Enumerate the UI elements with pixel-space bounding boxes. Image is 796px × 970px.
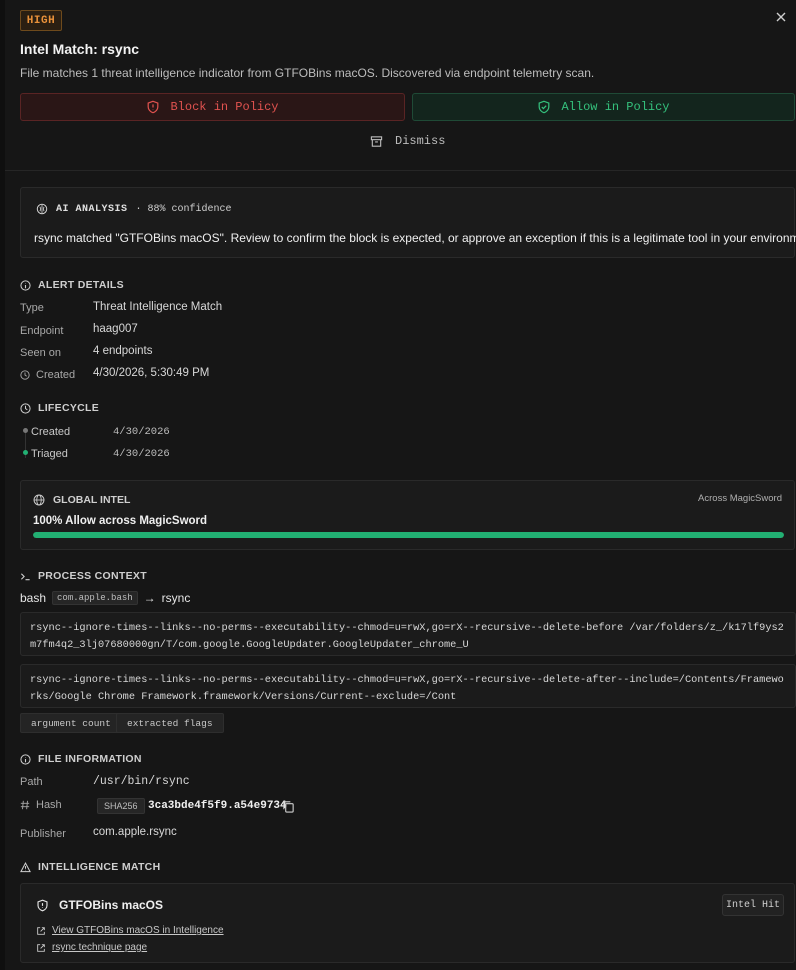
file-information-header: FILE INFORMATION: [20, 753, 142, 765]
command-line-2: rsync--ignore-times--links--no-perms--ex…: [20, 664, 796, 708]
tag-argument-count[interactable]: argument count: [20, 713, 122, 733]
detail-label-created: Created: [20, 369, 75, 381]
intelligence-match-title: INTELLIGENCE MATCH: [38, 861, 161, 873]
path-label: Path: [20, 776, 43, 788]
ai-confidence: · 88% confidence: [135, 203, 232, 215]
severity-badge: HIGH: [20, 10, 62, 31]
shield-alert-icon: [148, 100, 159, 114]
tag-extracted-flags[interactable]: extracted flags: [116, 713, 224, 733]
ai-analysis-title: AI ANALYSIS: [56, 203, 128, 215]
chain-arrow: →: [143, 591, 156, 605]
allow-in-policy-button[interactable]: Allow in Policy: [412, 93, 795, 121]
detail-value-seen-on: 4 endpoints: [93, 345, 153, 357]
global-intel-card: GLOBAL INTEL Across MagicSword 100% Allo…: [20, 480, 795, 550]
global-intel-summary: 100% Allow across MagicSword: [33, 515, 208, 527]
parent-bundle-chip: com.apple.bash: [52, 591, 138, 605]
intelligence-match-header: INTELLIGENCE MATCH: [20, 861, 160, 873]
detail-value-type: Threat Intelligence Match: [93, 301, 223, 313]
intel-source: GTFOBins macOS: [36, 898, 163, 912]
hash-value[interactable]: 3ca3bde4f5f9.a54e9734: [148, 800, 287, 812]
lifecycle-date-created: 4/30/2026: [113, 426, 170, 438]
lifecycle-date-triaged: 4/30/2026: [113, 448, 170, 460]
detail-created-label: Created: [36, 369, 76, 381]
archive-icon: [370, 135, 383, 147]
ai-analysis-text: rsync matched "GTFOBins macOS". Review t…: [34, 231, 796, 245]
intelligence-match-card: GTFOBins macOS Intel Hit View GTFOBins m…: [20, 883, 795, 963]
alert-details-title: ALERT DETAILS: [38, 279, 124, 291]
publisher-label: Publisher: [20, 828, 66, 840]
lifecycle-event-triaged: Triaged: [31, 448, 68, 460]
close-icon[interactable]: [774, 10, 788, 24]
section-divider: [5, 170, 796, 171]
process-context-header: PROCESS CONTEXT: [20, 570, 147, 582]
global-intel-title: GLOBAL INTEL: [53, 494, 131, 506]
process-chain: bash com.apple.bash → rsync: [20, 591, 190, 605]
detail-label-type: Type: [20, 302, 44, 314]
lifecycle-dot-created: [23, 428, 28, 433]
hash-label: Hash: [20, 799, 62, 811]
allow-progress-bar: [33, 532, 784, 538]
alert-subtitle: File matches 1 threat intelligence indic…: [20, 66, 595, 80]
shield-check-icon: [539, 100, 550, 114]
alert-detail-panel: HIGH Intel Match: rsync File matches 1 t…: [5, 0, 796, 970]
allow-label: Allow in Policy: [561, 100, 670, 114]
brain-icon: [36, 203, 48, 215]
external-link-icon: [37, 943, 45, 952]
external-link-icon: [37, 926, 45, 935]
view-in-intelligence-link[interactable]: View GTFOBins macOS in Intelligence: [36, 925, 224, 936]
clock-icon: [20, 402, 31, 414]
ai-analysis-card: AI ANALYSIS · 88% confidence rsync match…: [20, 187, 796, 258]
copy-icon[interactable]: [282, 800, 295, 813]
view-in-intelligence-label: View GTFOBins macOS in Intelligence: [52, 925, 224, 936]
lifecycle-event-created: Created: [31, 426, 71, 438]
lifecycle-title: LIFECYCLE: [38, 402, 100, 414]
parent-process: bash: [20, 591, 47, 605]
terminal-icon: [20, 572, 30, 580]
lifecycle-dot-triaged: [23, 450, 28, 455]
alert-details-header: ALERT DETAILS: [20, 279, 124, 291]
allow-progress-fill: [33, 532, 784, 538]
globe-icon: [33, 494, 45, 506]
block-label: Block in Policy: [170, 100, 279, 114]
dismiss-label: Dismiss: [395, 134, 446, 148]
detail-label-seen-on: Seen on: [20, 347, 61, 359]
warning-icon: [20, 861, 31, 872]
detail-value-endpoint: haag007: [93, 323, 138, 335]
hash-algo-chip: SHA256: [97, 798, 145, 814]
detail-value-created: 4/30/2026, 5:30:49 PM: [93, 367, 210, 379]
global-intel-scope: Across MagicSword: [698, 493, 782, 504]
detail-label-endpoint: Endpoint: [20, 325, 64, 337]
file-information-title: FILE INFORMATION: [38, 753, 142, 765]
publisher-value: com.apple.rsync: [93, 826, 177, 838]
info-icon: [20, 753, 31, 765]
hash-icon: [20, 800, 30, 810]
dismiss-button[interactable]: Dismiss: [370, 134, 445, 148]
child-process: rsync: [161, 591, 191, 605]
block-in-policy-button[interactable]: Block in Policy: [20, 93, 405, 121]
shield-alert-icon: [37, 899, 48, 911]
path-value: /usr/bin/rsync: [93, 775, 190, 788]
clock-icon: [20, 370, 30, 380]
technique-page-link[interactable]: rsync technique page: [36, 942, 147, 953]
global-intel-header: GLOBAL INTEL: [33, 494, 130, 506]
process-context-title: PROCESS CONTEXT: [38, 570, 147, 582]
alert-title: Intel Match: rsync: [20, 41, 140, 57]
ai-analysis-header: AI ANALYSIS · 88% confidence: [36, 203, 232, 215]
hash-label-text: Hash: [36, 799, 62, 811]
intel-hit-badge: Intel Hit: [722, 894, 784, 916]
technique-page-label: rsync technique page: [52, 942, 148, 953]
lifecycle-header: LIFECYCLE: [20, 402, 99, 414]
info-icon: [20, 279, 31, 291]
command-line-1: rsync--ignore-times--links--no-perms--ex…: [20, 612, 796, 656]
intel-source-name: GTFOBins macOS: [59, 898, 164, 912]
